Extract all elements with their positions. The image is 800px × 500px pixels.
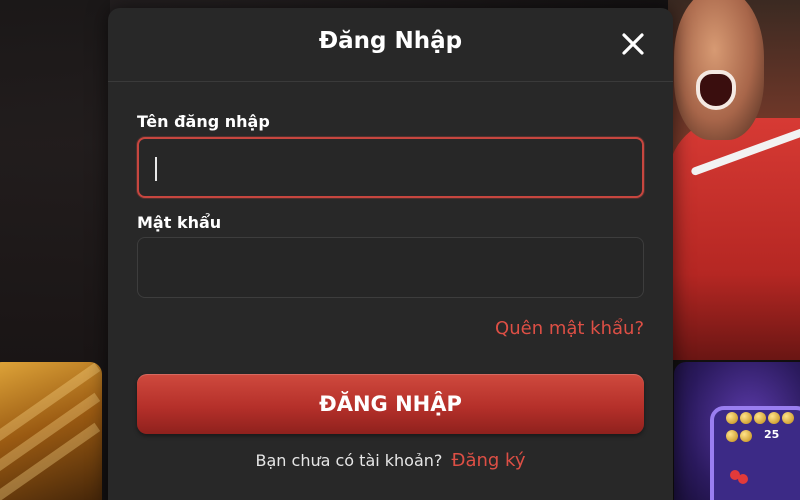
- close-icon: [622, 33, 644, 55]
- login-submit-button[interactable]: ĐĂNG NHẬP: [137, 374, 644, 434]
- player-shirt-image: [668, 118, 800, 360]
- dialog-title: Đăng Nhập: [318, 28, 463, 54]
- login-dialog: Đăng Nhập Tên đăng nhập Mật khẩu Quên mậ…: [108, 8, 673, 500]
- register-row: Bạn chưa có tài khoản? Đăng ký: [137, 450, 644, 471]
- register-prompt: Bạn chưa có tài khoản?: [255, 451, 443, 470]
- username-input[interactable]: [137, 137, 644, 198]
- promo-banner-slot: 25: [674, 362, 800, 500]
- register-link[interactable]: Đăng ký: [452, 450, 526, 471]
- username-label: Tên đăng nhập: [137, 112, 270, 131]
- forgot-password-link[interactable]: Quên mật khẩu?: [495, 318, 644, 339]
- dialog-header: Đăng Nhập: [108, 8, 673, 82]
- password-input[interactable]: [137, 237, 644, 298]
- promo-banner-player: [668, 0, 800, 360]
- backdrop-left-decoration: [0, 0, 110, 360]
- slot-number-text: 25: [764, 428, 780, 441]
- player-face-image: [674, 0, 764, 140]
- close-button[interactable]: [621, 32, 645, 56]
- text-caret: [155, 157, 157, 181]
- promo-banner-left: [0, 362, 102, 500]
- password-label: Mật khẩu: [137, 213, 222, 232]
